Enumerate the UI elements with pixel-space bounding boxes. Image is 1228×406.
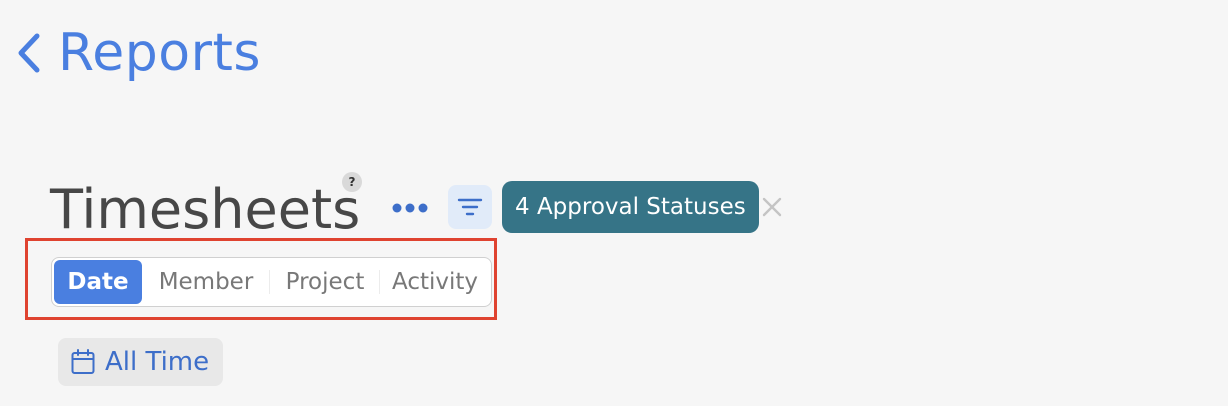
chevron-left-icon	[18, 33, 40, 73]
help-icon[interactable]: ?	[342, 172, 362, 192]
date-range-label: All Time	[105, 347, 210, 377]
group-by-segmented-control: Date Member Project Activity	[51, 257, 492, 307]
approval-status-filter-chip[interactable]: 4 Approval Statuses	[502, 181, 759, 233]
back-link-label: Reports	[58, 23, 261, 83]
back-to-reports-link[interactable]: Reports	[16, 18, 261, 88]
filter-icon	[457, 198, 483, 216]
group-by-date-tab[interactable]: Date	[54, 260, 142, 304]
date-range-button[interactable]: All Time	[58, 338, 223, 386]
group-by-member-tab[interactable]: Member	[142, 260, 270, 304]
filter-button[interactable]	[448, 185, 492, 229]
close-icon[interactable]	[762, 197, 782, 217]
page-title: Timesheets	[50, 178, 361, 241]
calendar-icon	[71, 349, 95, 374]
group-by-project-tab[interactable]: Project	[270, 260, 380, 304]
more-horizontal-icon[interactable]	[390, 200, 430, 216]
group-by-activity-tab[interactable]: Activity	[380, 260, 490, 304]
